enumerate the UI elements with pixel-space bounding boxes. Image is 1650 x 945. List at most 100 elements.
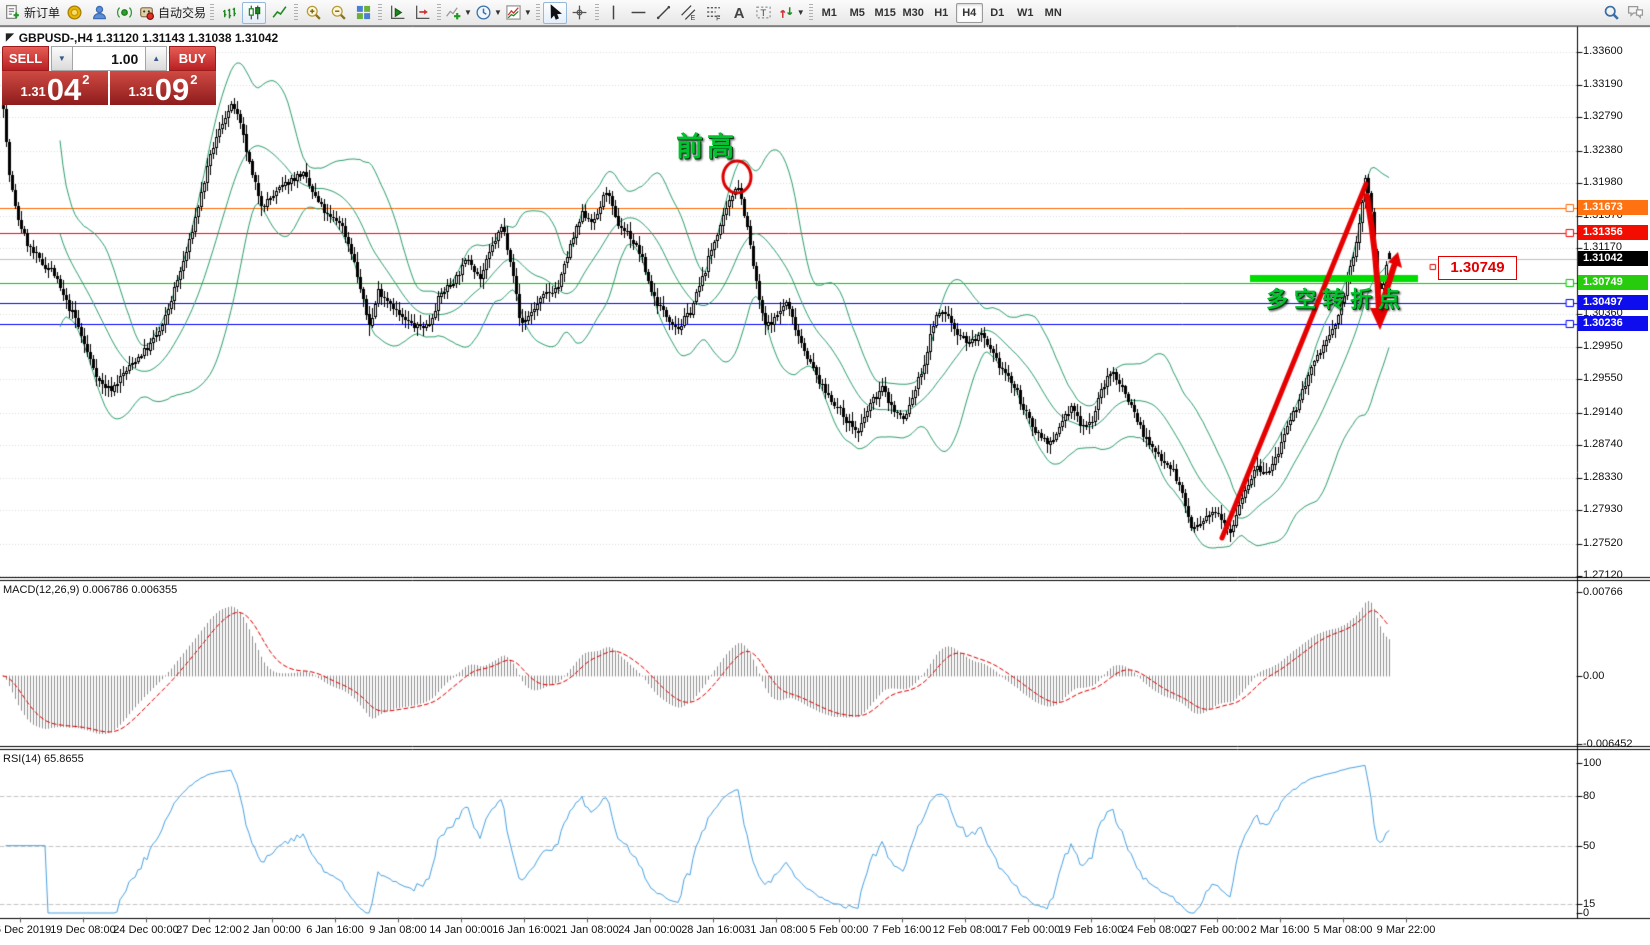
zoom-in-icon <box>305 4 322 21</box>
auto-scroll-button[interactable] <box>385 2 409 24</box>
channel-icon: E <box>680 4 697 21</box>
price-axis-tick-label: 1.28740 <box>1583 438 1623 450</box>
profile-icon <box>91 4 108 21</box>
periods-button[interactable]: ▼ <box>474 2 503 24</box>
tile-windows-icon <box>355 4 372 21</box>
robot-icon <box>138 4 155 21</box>
time-axis-label: 9 Jan 08:00 <box>369 924 427 936</box>
timeframe-button-m1[interactable]: M1 <box>816 3 843 23</box>
price-axis-tick-label: 1.29140 <box>1583 406 1623 418</box>
line-chart-button[interactable] <box>267 2 291 24</box>
templates-button[interactable]: ▼ <box>504 2 533 24</box>
auto-trading-button[interactable]: 自动交易 <box>137 2 207 24</box>
time-axis-label: 28 Jan 16:00 <box>681 924 745 936</box>
window-collapse-icon[interactable]: ◤ <box>6 33 14 43</box>
time-axis-label: 19 Dec 08:00 <box>50 924 115 936</box>
zoom-in-button[interactable] <box>301 2 325 24</box>
community-button[interactable] <box>112 2 136 24</box>
fibonacci-button[interactable]: F <box>702 2 726 24</box>
marketplace-button[interactable] <box>62 2 86 24</box>
chevron-down-icon[interactable]: ▼ <box>494 8 502 17</box>
crosshair-button[interactable] <box>568 2 592 24</box>
chat-button[interactable] <box>1623 2 1647 24</box>
volume-decrease-button[interactable]: ▼ <box>51 46 73 71</box>
text-label-button[interactable]: T <box>752 2 776 24</box>
time-axis-label: 24 Feb 08:00 <box>1122 924 1187 936</box>
timeframe-button-h1[interactable]: H1 <box>928 3 955 23</box>
chart-title: ◤ GBPUSD-,H4 1.31120 1.31143 1.31038 1.3… <box>6 31 278 45</box>
text-icon: A <box>730 4 747 21</box>
zoom-out-button[interactable] <box>326 2 350 24</box>
time-axis-label: 5 Feb 00:00 <box>810 924 869 936</box>
tile-windows-button[interactable] <box>351 2 375 24</box>
text-label-icon: T <box>755 4 772 21</box>
indicators-button[interactable]: ▼ <box>444 2 473 24</box>
line-chart-icon <box>271 4 288 21</box>
timeframe-button-m5[interactable]: M5 <box>844 3 871 23</box>
horizontal-line-icon <box>630 4 647 21</box>
rsi-axis-tick-label: 100 <box>1583 757 1601 769</box>
price-axis-tick-label: 1.27520 <box>1583 537 1623 549</box>
time-axis-label: 19 Feb 16:00 <box>1059 924 1124 936</box>
turning-point-annotation[interactable]: 多空转折点 <box>1266 282 1406 314</box>
macd-axis-tick-label: -0.006452 <box>1583 738 1633 750</box>
previous-high-annotation[interactable]: 前高 <box>676 125 738 164</box>
vertical-line-button[interactable] <box>602 2 626 24</box>
rsi-axis-tick-label: 50 <box>1583 840 1595 852</box>
time-axis-label: 27 Feb 00:00 <box>1185 924 1250 936</box>
candlestick-chart-button[interactable] <box>242 2 266 24</box>
vertical-line-icon <box>605 4 622 21</box>
text-button[interactable]: A <box>727 2 751 24</box>
zoom-out-icon <box>330 4 347 21</box>
buy-price-display[interactable]: 1.31 09 2 <box>110 71 216 105</box>
price-axis-tick-label: 1.33190 <box>1583 78 1623 90</box>
price-chart-canvas[interactable] <box>0 0 1650 945</box>
buy-price-pips: 09 <box>155 76 189 103</box>
price-level-tag: 1.30749 <box>1578 275 1648 290</box>
chevron-down-icon[interactable]: ▼ <box>464 8 472 17</box>
auto-scroll-icon <box>389 4 406 21</box>
search-button[interactable] <box>1599 2 1623 24</box>
trendline-button[interactable] <box>652 2 676 24</box>
time-axis-label: 16 Jan 16:00 <box>492 924 556 936</box>
volume-input[interactable]: 1.00 <box>73 46 146 71</box>
horizontal-line-button[interactable] <box>627 2 651 24</box>
time-axis-label: 24 Dec 00:00 <box>113 924 178 936</box>
new-order-button[interactable]: 新订单 <box>3 2 61 24</box>
sell-button[interactable]: SELL <box>2 46 49 71</box>
profile-button[interactable] <box>87 2 111 24</box>
cursor-button[interactable] <box>543 2 567 24</box>
fibonacci-icon: F <box>705 4 722 21</box>
time-axis-label: 7 Feb 16:00 <box>873 924 932 936</box>
time-axis-label: 16 Dec 2019 <box>0 924 51 936</box>
timeframe-button-h4[interactable]: H4 <box>956 3 983 23</box>
timeframe-button-mn[interactable]: MN <box>1040 3 1067 23</box>
main-toolbar: 新订单 自动交易 ▼ ▼ ▼ E FAT ▼ M1M5M15M30H1H4D1W1MN <box>0 0 1650 26</box>
crosshair-icon <box>571 4 588 21</box>
chevron-down-icon[interactable]: ▼ <box>797 8 805 17</box>
chart-title-text: GBPUSD-,H4 1.31120 1.31143 1.31038 1.310… <box>19 31 279 45</box>
chart-shift-icon <box>414 4 431 21</box>
macd-axis-tick-label: 0.00766 <box>1583 586 1623 598</box>
chevron-down-icon[interactable]: ▼ <box>524 8 532 17</box>
price-axis-tick-label: 1.27930 <box>1583 503 1623 515</box>
timeframe-button-m15[interactable]: M15 <box>872 3 899 23</box>
chart-shift-button[interactable] <box>410 2 434 24</box>
sell-price-display[interactable]: 1.31 04 2 <box>2 71 108 105</box>
channel-button[interactable]: E <box>677 2 701 24</box>
svg-text:E: E <box>691 15 696 21</box>
time-axis-label: 24 Jan 00:00 <box>618 924 682 936</box>
bar-chart-button[interactable] <box>217 2 241 24</box>
toolbar-separator <box>809 4 813 22</box>
buy-button[interactable]: BUY <box>169 46 216 71</box>
time-axis-label: 31 Jan 08:00 <box>744 924 808 936</box>
mt4-terminal-window: 新订单 自动交易 ▼ ▼ ▼ E FAT ▼ M1M5M15M30H1H4D1W1MN ◤ GB… <box>0 0 1650 945</box>
shapes-button[interactable]: ▼ <box>777 2 806 24</box>
price-axis-tick-label: 1.27120 <box>1583 569 1623 581</box>
timeframe-button-m30[interactable]: M30 <box>900 3 927 23</box>
volume-increase-button[interactable]: ▲ <box>145 46 167 71</box>
timeframe-button-w1[interactable]: W1 <box>1012 3 1039 23</box>
timeframe-button-d1[interactable]: D1 <box>984 3 1011 23</box>
price-callout-box[interactable]: 1.30749 <box>1438 256 1517 280</box>
price-axis-tick-label: 1.28330 <box>1583 471 1623 483</box>
